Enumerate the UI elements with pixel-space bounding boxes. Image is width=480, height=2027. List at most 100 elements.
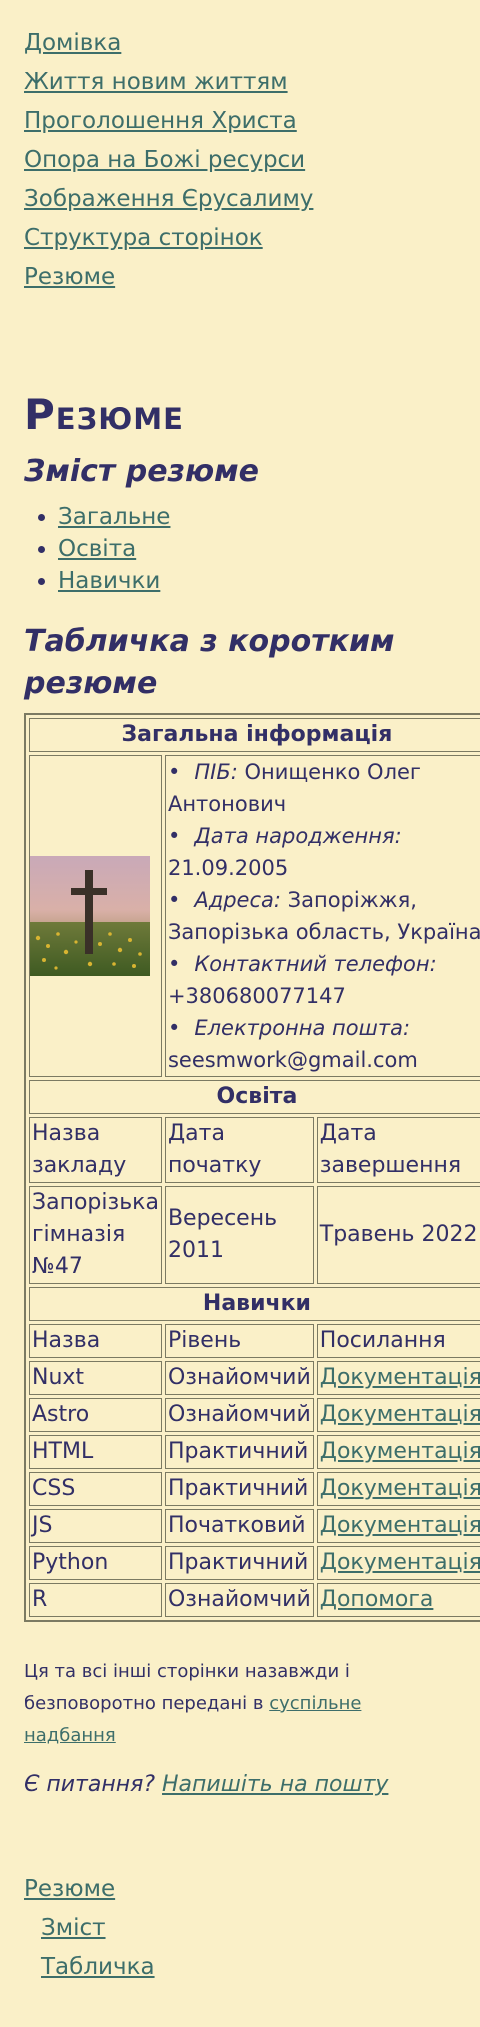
nav-link-new-life[interactable]: Життя новим життям — [24, 69, 288, 95]
nav-item-new-life: Життя новим життям — [24, 63, 456, 102]
nav-item-proclamation: Проголошення Христа — [24, 102, 456, 141]
bottom-nav-root: Резюме — [24, 1870, 456, 1909]
skill-level: Початковий — [164, 1509, 314, 1543]
license-note: Ця та всі інші сторінки назавжди і безпо… — [24, 1656, 456, 1752]
skills-header-row: Навички — [29, 1287, 480, 1321]
toc-link-general[interactable]: Загальне — [58, 504, 170, 530]
toc-link-skills[interactable]: Навички — [58, 568, 160, 594]
nav-link-resume[interactable]: Резюме — [24, 264, 115, 290]
info-birthdate-value: 21.09.2005 — [167, 856, 289, 880]
skill-level: Ознайомчий — [164, 1361, 314, 1395]
skill-doc-link[interactable]: Документація — [320, 1402, 480, 1427]
toc-list: Загальне Освіта Навички — [24, 501, 456, 597]
education-row: Запорізька гімназія №47 Вересень 2011 Тр… — [29, 1186, 480, 1284]
nav-link-proclamation[interactable]: Проголошення Христа — [24, 108, 297, 134]
toc-item-education: Освіта — [58, 533, 456, 565]
skill-level: Практичний — [164, 1546, 314, 1580]
personal-info-cell: ПІБ: Онищенко Олег Антонович Дата народж… — [164, 755, 480, 1077]
nav-item-resources: Опора на Божі ресурси — [24, 141, 456, 180]
cross-photo — [30, 856, 150, 976]
bottom-nav-child: Табличка — [24, 1948, 456, 1987]
education-header: Освіта — [29, 1080, 480, 1114]
skill-name: HTML — [29, 1435, 162, 1469]
education-institution: Запорізька гімназія №47 — [29, 1186, 162, 1284]
skill-name: Python — [29, 1546, 162, 1580]
nav-link-structure[interactable]: Структура сторінок — [24, 225, 263, 251]
top-navigation: Домівка Життя новим життям Проголошення … — [24, 24, 456, 297]
bottom-navigation: Резюме Зміст Табличка — [24, 1870, 456, 1987]
skills-col-name: Назва — [29, 1324, 162, 1358]
page: Домівка Життя новим життям Проголошення … — [0, 0, 480, 2027]
email-link[interactable]: Напишіть на пошту — [162, 1772, 388, 1797]
skill-row: Python Практичний Документація — [29, 1546, 480, 1580]
toc-link-education[interactable]: Освіта — [58, 536, 136, 562]
skill-doc-link[interactable]: Документація — [320, 1439, 480, 1464]
education-col-name: Назва закладу — [29, 1117, 162, 1183]
info-birthdate: Дата народження: 21.09.2005 — [168, 820, 480, 884]
nav-link-jerusalem[interactable]: Зображення Єрусалиму — [24, 186, 313, 212]
skill-link-cell: Документація — [316, 1546, 480, 1580]
skill-help-link[interactable]: Допомога — [320, 1587, 434, 1612]
nav-item-home: Домівка — [24, 24, 456, 63]
education-end: Травень 2022 — [316, 1186, 480, 1284]
bottom-nav-table-link[interactable]: Табличка — [41, 1954, 155, 1980]
skill-row: Astro Ознайомчий Документація — [29, 1398, 480, 1432]
skill-link-cell: Документація — [316, 1472, 480, 1506]
skill-name: R — [29, 1583, 162, 1617]
question-text: Є питання? — [24, 1772, 156, 1797]
bottom-nav-toc-link[interactable]: Зміст — [41, 1915, 106, 1941]
nav-link-home[interactable]: Домівка — [24, 30, 121, 56]
skill-level: Практичний — [164, 1435, 314, 1469]
skills-col-level: Рівень — [164, 1324, 314, 1358]
general-info-row: ПІБ: Онищенко Олег Антонович Дата народж… — [29, 755, 480, 1077]
skill-link-cell: Документація — [316, 1361, 480, 1395]
info-email-label: Електронна пошта: — [194, 1016, 411, 1040]
skill-name: Nuxt — [29, 1361, 162, 1395]
info-name-label: ПІБ: — [194, 760, 238, 784]
skill-doc-link[interactable]: Документація — [320, 1513, 480, 1538]
skill-doc-link[interactable]: Документація — [320, 1365, 480, 1390]
info-phone-label: Контактний телефон: — [194, 952, 437, 976]
skill-link-cell: Документація — [316, 1509, 480, 1543]
contact-question: Є питання? Напишіть на пошту — [24, 1770, 456, 1800]
skill-level: Ознайомчий — [164, 1583, 314, 1617]
education-start: Вересень 2011 — [164, 1186, 314, 1284]
nav-item-structure: Структура сторінок — [24, 219, 456, 258]
skill-row: R Ознайомчий Допомога — [29, 1583, 480, 1617]
skill-doc-link[interactable]: Документація — [320, 1550, 480, 1575]
toc-item-skills: Навички — [58, 565, 456, 597]
skills-col-link: Посилання — [316, 1324, 480, 1358]
nav-link-resources[interactable]: Опора на Божі ресурси — [24, 147, 305, 173]
skill-link-cell: Документація — [316, 1398, 480, 1432]
skill-doc-link[interactable]: Документація — [320, 1476, 480, 1501]
toc-item-general: Загальне — [58, 501, 456, 533]
skill-row: Nuxt Ознайомчий Документація — [29, 1361, 480, 1395]
resume-table: Загальна інформація • ПІБ: Онищенко Олег… — [24, 713, 480, 1622]
education-header-row: Освіта — [29, 1080, 480, 1114]
skill-level: Практичний — [164, 1472, 314, 1506]
photo-cell — [29, 755, 162, 1077]
bottom-nav-child: Зміст — [24, 1909, 456, 1948]
skill-name: Astro — [29, 1398, 162, 1432]
info-address: Адреса: Запоріжжя, Запорізька область, У… — [168, 884, 480, 948]
page-title: Резюме — [24, 390, 184, 439]
personal-info-list: ПІБ: Онищенко Олег Антонович Дата народж… — [168, 756, 480, 1076]
skill-level: Ознайомчий — [164, 1398, 314, 1432]
info-address-label: Адреса: — [194, 888, 281, 912]
skill-row: HTML Практичний Документація — [29, 1435, 480, 1469]
education-col-end: Дата завершення — [316, 1117, 480, 1183]
info-name: ПІБ: Онищенко Олег Антонович — [168, 756, 480, 820]
skill-link-cell: Документація — [316, 1435, 480, 1469]
toc-heading: Зміст резюме — [24, 454, 260, 489]
info-email: Електронна пошта: seesmwork@gmail.com — [168, 1012, 480, 1076]
table-heading: Табличка з коротким резюме — [24, 624, 395, 701]
education-col-start: Дата початку — [164, 1117, 314, 1183]
skills-columns-row: Назва Рівень Посилання — [29, 1324, 480, 1358]
info-phone: Контактний телефон: +380680077147 — [168, 948, 480, 1012]
nav-item-resume: Резюме — [24, 258, 456, 297]
skill-link-cell: Допомога — [316, 1583, 480, 1617]
bottom-nav-resume-link[interactable]: Резюме — [24, 1876, 115, 1902]
general-header: Загальна інформація — [29, 718, 480, 752]
info-email-value: seesmwork@gmail.com — [167, 1048, 418, 1072]
skills-header: Навички — [29, 1287, 480, 1321]
